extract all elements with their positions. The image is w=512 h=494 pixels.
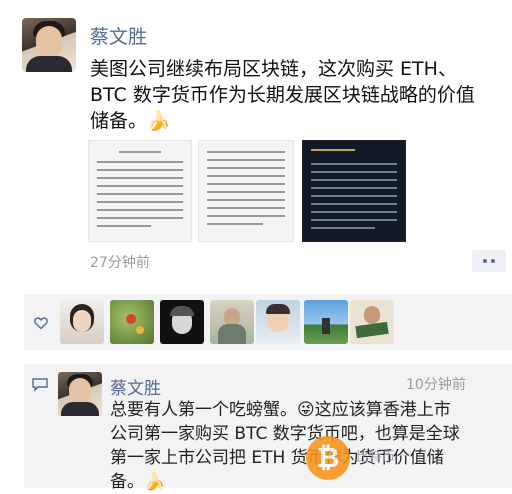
avatar-face (36, 26, 62, 58)
ellipsis-icon (483, 259, 487, 263)
post-text-line: BTC 数字货币作为长期发展区块链战略的价值 (90, 84, 475, 106)
comment-text-line: 公司第一家购买 BTC 数字货币吧，也算是全球 (110, 424, 460, 444)
comment-text-line: 备。🍌 (110, 472, 166, 492)
post-image-document-1[interactable] (88, 140, 192, 242)
comment-timestamp: 10分钟前 (406, 377, 466, 393)
post-text-line: 美图公司继续布局区块链，这次购买 ETH、 (90, 58, 457, 80)
comment-text: 总要有人第一个吃螃蟹。😜这应该算香港上市 公司第一家购买 BTC 数字货币吧，也… (110, 398, 482, 494)
liker-avatar[interactable] (304, 300, 348, 344)
post-text-line: 储备。🍌 (90, 110, 171, 132)
post-timestamp: 27分钟前 (90, 255, 150, 271)
post-image-screenshot[interactable] (302, 140, 406, 242)
liker-avatar[interactable] (110, 300, 154, 344)
avatar-coat (61, 402, 99, 416)
watermark-text: 比特币 (356, 450, 396, 465)
comment-text-line: 第一家上市公司把 ETH 货币作为货币价值储 (110, 448, 444, 468)
liker-avatar[interactable] (350, 300, 394, 344)
liker-avatar[interactable] (60, 300, 104, 344)
author-name[interactable]: 蔡文胜 (90, 22, 147, 49)
heart-icon (34, 317, 48, 330)
ellipsis-icon (491, 259, 495, 263)
post-image-document-2[interactable] (198, 140, 294, 242)
bitcoin-logo: ₿ (306, 436, 350, 480)
more-options-button[interactable] (472, 250, 506, 272)
post-text: 美图公司继续布局区块链，这次购买 ETH、 BTC 数字货币作为长期发展区块链战… (90, 56, 500, 134)
liker-avatar[interactable] (256, 300, 300, 344)
liker-avatar[interactable] (160, 300, 204, 344)
avatar-face (69, 378, 91, 404)
author-avatar[interactable] (22, 18, 76, 72)
comment-text-line: 总要有人第一个吃螃蟹。😜这应该算香港上市 (110, 400, 451, 420)
comment-bubble-icon (32, 378, 48, 391)
commenter-name[interactable]: 蔡文胜 (110, 374, 161, 399)
avatar-coat (26, 56, 72, 72)
liker-avatar[interactable] (210, 300, 254, 344)
commenter-avatar[interactable] (58, 372, 102, 416)
